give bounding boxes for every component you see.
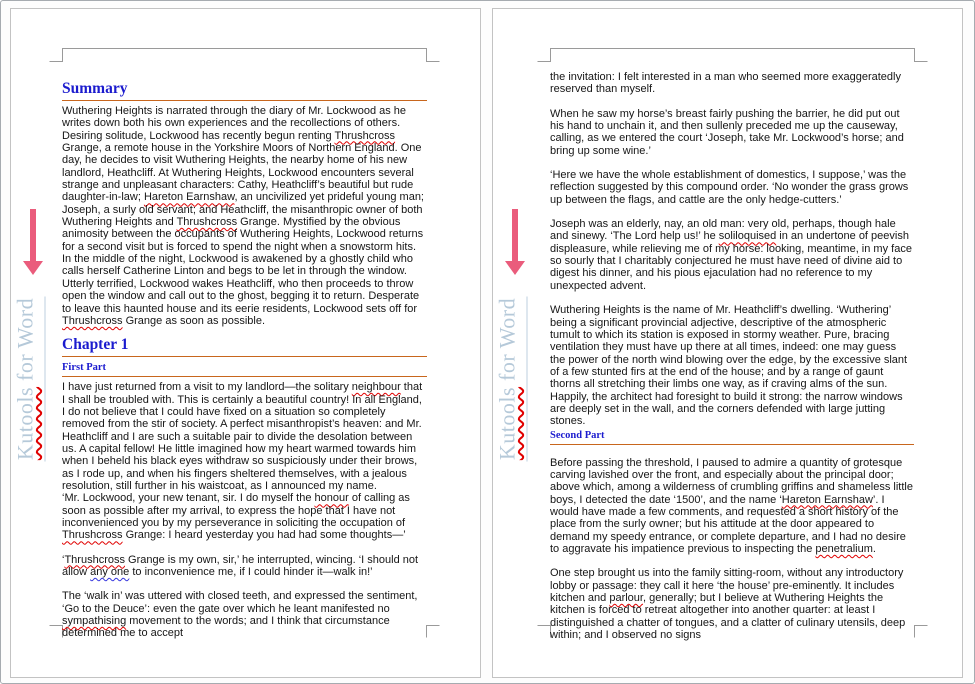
misspelled-word: Hareton Earnshaw <box>144 191 235 203</box>
text-run: for Word <box>13 298 38 387</box>
misspelled-word: Kutools <box>495 387 520 460</box>
misspelled-word: Thrushcross <box>62 315 123 327</box>
text-run: that I shall be troubled with. This is c… <box>62 381 422 492</box>
text-run: . <box>873 543 876 555</box>
paragraph: ‘Thrushcross Grange is my own, sir,’ he … <box>62 554 427 579</box>
document-view: Kutools for Word Summary Wuthering Height… <box>0 0 975 684</box>
kutools-watermark: Kutools for Word <box>14 297 46 462</box>
kutools-watermark: Kutools for Word <box>496 297 528 462</box>
section-heading: Chapter 1 <box>62 335 427 357</box>
down-arrow-annotation <box>503 207 527 277</box>
text-run: ‘Mr. Lockwood, your new tenant, sir. I d… <box>62 492 315 504</box>
paragraph: One step brought us into the family sitt… <box>550 567 914 641</box>
text-run: the invitation: I felt interested in a m… <box>550 71 901 95</box>
subsection-heading: First Part <box>62 361 427 377</box>
text-run: ‘Here we have the whole establishment of… <box>550 169 908 206</box>
misspelled-word: soliloquised <box>719 230 776 242</box>
section-heading: Summary <box>62 79 427 101</box>
misspelled-word: Thrushcross <box>177 216 238 228</box>
paragraph: When he saw my horse’s breast fairly pus… <box>550 108 914 157</box>
text-run: Grange: I heard yesterday you had had so… <box>123 529 406 541</box>
grammar-flagged-word: any one <box>90 566 129 578</box>
misspelled-word: Kutools <box>13 387 38 460</box>
paragraph: ‘Here we have the whole establishment of… <box>550 169 914 206</box>
paragraph: I have just returned from a visit to my … <box>62 381 427 492</box>
text-run: Grange as soon as possible. <box>123 315 265 327</box>
text-run: Grange. Mystified by the obvious animosi… <box>62 216 423 314</box>
paragraph: Before passing the threshold, I paused t… <box>550 457 914 556</box>
paragraph: Wuthering Heights is narrated through th… <box>62 105 427 327</box>
text-column[interactable]: the invitation: I felt interested in a m… <box>550 9 914 641</box>
page-2[interactable]: Kutools for Word the invitation: I felt … <box>492 8 963 678</box>
paragraph: Joseph was an elderly, nay, an old man: … <box>550 218 914 292</box>
text-run: When he saw my horse’s breast fairly pus… <box>550 108 904 157</box>
text-column[interactable]: Summary Wuthering Heights is narrated thr… <box>62 9 427 640</box>
subsection-heading: Second Part <box>550 429 914 445</box>
text-run: I have just returned from a visit to my … <box>62 381 352 393</box>
paragraph: ‘Mr. Lockwood, your new tenant, sir. I d… <box>62 492 427 541</box>
misspelled-word: Thrushcross <box>62 529 123 541</box>
paragraph: the invitation: I felt interested in a m… <box>550 71 914 96</box>
text-run: to inconvenience me, if I could hinder i… <box>129 566 372 578</box>
page-1[interactable]: Kutools for Word Summary Wuthering Height… <box>10 8 481 678</box>
paragraph: Wuthering Heights is the name of Mr. Hea… <box>550 304 914 427</box>
paragraph: The ‘walk in’ was uttered with closed te… <box>62 590 427 639</box>
text-run: The ‘walk in’ was uttered with closed te… <box>62 590 417 614</box>
misspelled-word: honour <box>315 492 349 504</box>
misspelled-word: sympathising <box>62 615 126 627</box>
text-run: Wuthering Heights is the name of Mr. Hea… <box>550 304 907 427</box>
misspelled-word: neighbour <box>352 381 401 393</box>
misspelled-word: Thrushcross <box>335 130 396 142</box>
down-arrow-annotation <box>21 207 45 277</box>
misspelled-word: Hareton Earnshaw <box>782 494 873 506</box>
text-run: for Word <box>495 298 520 387</box>
misspelled-word: Thrushcross <box>64 554 125 566</box>
misspelled-word: penetralium <box>815 543 872 555</box>
misspelled-word: parlour <box>609 592 643 604</box>
